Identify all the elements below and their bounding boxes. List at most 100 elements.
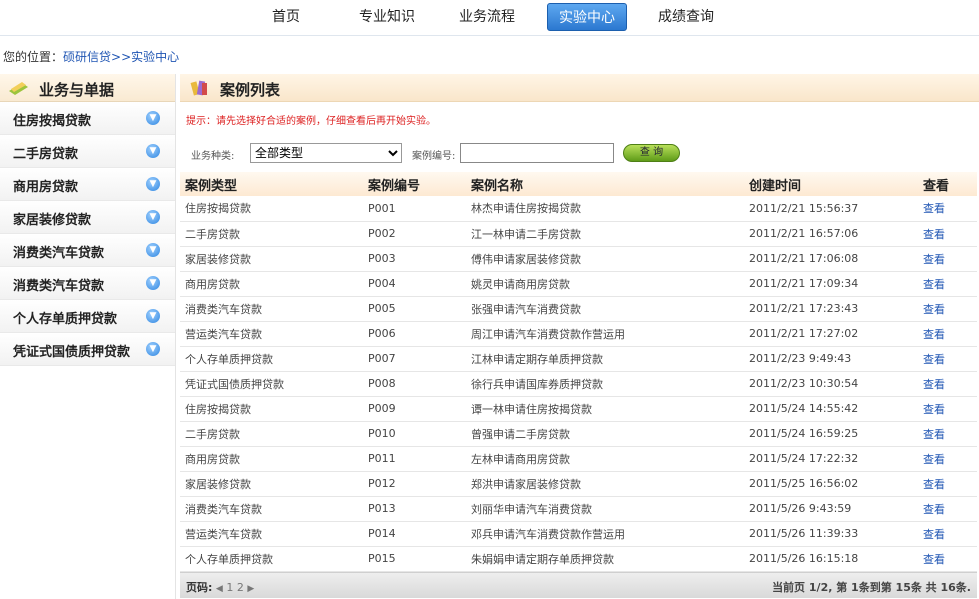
cell-case-type: 凭证式国债质押贷款 (180, 371, 363, 397)
table-row: 个人存单质押贷款 P015 朱娟娟申请定期存单质押贷款 2011/5/26 16:15… (180, 546, 977, 572)
view-link[interactable]: 查看 (918, 521, 977, 547)
expand-arrow-icon[interactable]: ▼ (146, 111, 160, 125)
view-link[interactable]: 查看 (918, 221, 977, 247)
cell-case-type: 个人存单质押贷款 (180, 346, 363, 372)
expand-arrow-icon[interactable]: ▼ (146, 342, 160, 356)
cell-case-type: 商用房贷款 (180, 446, 363, 472)
expand-arrow-icon[interactable]: ▼ (146, 309, 160, 323)
view-link[interactable]: 查看 (918, 421, 977, 447)
view-link[interactable]: 查看 (918, 446, 977, 472)
hint-text: 提示：请先选择好合适的案例，仔细查看后再开始实验。 (186, 116, 436, 127)
column-header-case-type: 案例类型 (180, 172, 363, 196)
sidebar-item[interactable]: 消费类汽车贷款 ▼ (0, 267, 175, 300)
business-type-select[interactable]: 全部类型 (250, 143, 402, 163)
sidebar-item[interactable]: 二手房贷款 ▼ (0, 135, 175, 168)
cell-case-name: 周江申请汽车消费贷款作营运用 (466, 321, 744, 347)
table-row: 商用房贷款 P011 左林申请商用房贷款 2011/5/24 17:22:32 查看 (180, 446, 977, 472)
next-page-icon[interactable]: ▶ (247, 584, 254, 594)
view-link[interactable]: 查看 (918, 321, 977, 347)
view-link[interactable]: 查看 (918, 296, 977, 322)
cell-created-time: 2011/5/25 16:56:02 (744, 471, 918, 497)
nav-business-process[interactable]: 业务流程 (449, 3, 525, 31)
view-link[interactable]: 查看 (918, 246, 977, 272)
case-code-input[interactable] (460, 143, 614, 163)
view-link[interactable]: 查看 (918, 271, 977, 297)
cell-created-time: 2011/2/21 17:09:34 (744, 271, 918, 297)
cell-case-code: P013 (363, 496, 466, 522)
cell-case-type: 营运类汽车贷款 (180, 521, 363, 547)
table-row: 商用房贷款 P004 姚灵申请商用房贷款 2011/2/21 17:09:34 查看 (180, 271, 977, 297)
expand-arrow-icon[interactable]: ▼ (146, 243, 160, 257)
sidebar-item-label: 住房按揭贷款 (13, 114, 92, 129)
cell-case-code: P015 (363, 546, 466, 572)
cell-case-code: P005 (363, 296, 466, 322)
sidebar: 业务与单据 住房按揭贷款 ▼ 二手房贷款 ▼ 商用房贷款 ▼ 家居装修贷款 ▼ 消费类汽… (0, 74, 176, 599)
expand-arrow-icon[interactable]: ▼ (146, 276, 160, 290)
cell-case-name: 刘丽华申请汽车消费贷款 (466, 496, 744, 522)
sidebar-item-label: 消费类汽车贷款 (13, 246, 105, 261)
cell-created-time: 2011/2/23 9:49:43 (744, 346, 918, 372)
page-numbers[interactable]: 1 2 (226, 581, 244, 594)
sidebar-item[interactable]: 住房按揭贷款 ▼ (0, 102, 175, 135)
sidebar-item[interactable]: 个人存单质押贷款 ▼ (0, 300, 175, 333)
table-row: 消费类汽车贷款 P005 张强申请汽车消费贷款 2011/2/21 17:23:43 查… (180, 296, 977, 322)
sidebar-item[interactable]: 凭证式国债质押贷款 ▼ (0, 333, 175, 366)
table-header-row: 案例类型 案例编号 案例名称 创建时间 查看 (180, 172, 977, 196)
business-type-label: 业务种类: (191, 151, 235, 162)
view-link[interactable]: 查看 (918, 196, 977, 222)
view-link[interactable]: 查看 (918, 496, 977, 522)
nav-home[interactable]: 首页 (262, 3, 310, 31)
view-link[interactable]: 查看 (918, 546, 977, 572)
cell-created-time: 2011/5/24 14:55:42 (744, 396, 918, 422)
cell-case-code: P003 (363, 246, 466, 272)
expand-arrow-icon[interactable]: ▼ (146, 144, 160, 158)
cell-case-code: P010 (363, 421, 466, 447)
cell-case-name: 傅伟申请家居装修贷款 (466, 246, 744, 272)
sidebar-item-label: 消费类汽车贷款 (13, 279, 105, 294)
nav-experiment-center[interactable]: 实验中心 (547, 3, 627, 31)
cell-case-type: 住房按揭贷款 (180, 196, 363, 222)
expand-arrow-icon[interactable]: ▼ (146, 177, 160, 191)
cell-case-type: 二手房贷款 (180, 421, 363, 447)
view-link[interactable]: 查看 (918, 346, 977, 372)
cell-case-code: P002 (363, 221, 466, 247)
document-stack-icon (9, 82, 28, 95)
sidebar-list: 住房按揭贷款 ▼ 二手房贷款 ▼ 商用房贷款 ▼ 家居装修贷款 ▼ 消费类汽车贷款 ▼ 消… (0, 102, 175, 366)
cell-case-type: 家居装修贷款 (180, 246, 363, 272)
sidebar-item[interactable]: 消费类汽车贷款 ▼ (0, 234, 175, 267)
cell-case-type: 家居装修贷款 (180, 471, 363, 497)
nav-professional-knowledge[interactable]: 专业知识 (349, 3, 425, 31)
view-link[interactable]: 查看 (918, 471, 977, 497)
table-row: 营运类汽车贷款 P014 邓兵申请汽车消费贷款作营运用 2011/5/26 11:39… (180, 521, 977, 547)
table-row: 二手房贷款 P010 曾强申请二手房贷款 2011/5/24 16:59:25 查看 (180, 421, 977, 447)
sidebar-item[interactable]: 商用房贷款 ▼ (0, 168, 175, 201)
cell-case-type: 个人存单质押贷款 (180, 546, 363, 572)
breadcrumb-link[interactable]: 硕研信贷>>实验中心 (63, 50, 179, 64)
cell-case-code: P012 (363, 471, 466, 497)
table-row: 住房按揭贷款 P009 谭一林申请住房按揭贷款 2011/5/24 14:55:42 查… (180, 396, 977, 422)
cell-case-name: 朱娟娟申请定期存单质押贷款 (466, 546, 744, 572)
sidebar-item-label: 个人存单质押贷款 (13, 312, 118, 327)
cell-case-type: 消费类汽车贷款 (180, 296, 363, 322)
sidebar-header: 业务与单据 (0, 74, 175, 102)
cell-created-time: 2011/5/24 17:22:32 (744, 446, 918, 472)
sidebar-item[interactable]: 家居装修贷款 ▼ (0, 201, 175, 234)
cell-case-name: 江林申请定期存单质押贷款 (466, 346, 744, 372)
expand-arrow-icon[interactable]: ▼ (146, 210, 160, 224)
cell-created-time: 2011/2/21 17:27:02 (744, 321, 918, 347)
view-link[interactable]: 查看 (918, 371, 977, 397)
view-link[interactable]: 查看 (918, 396, 977, 422)
cell-case-name: 郑洪申请家居装修贷款 (466, 471, 744, 497)
cell-created-time: 2011/2/21 15:56:37 (744, 196, 918, 222)
cell-case-name: 林杰申请住房按揭贷款 (466, 196, 744, 222)
breadcrumb-prefix: 您的位置： (3, 50, 64, 64)
cell-case-name: 徐行兵申请国库券质押贷款 (466, 371, 744, 397)
case-code-label: 案例编号: (412, 151, 456, 162)
pager-label: 页码: (186, 581, 213, 594)
query-button[interactable]: 查 询 (623, 144, 680, 162)
cell-created-time: 2011/5/26 9:43:59 (744, 496, 918, 522)
nav-grade-query[interactable]: 成绩查询 (648, 3, 724, 31)
cell-case-name: 姚灵申请商用房贷款 (466, 271, 744, 297)
cell-case-type: 住房按揭贷款 (180, 396, 363, 422)
prev-page-icon[interactable]: ◀ (216, 584, 223, 594)
